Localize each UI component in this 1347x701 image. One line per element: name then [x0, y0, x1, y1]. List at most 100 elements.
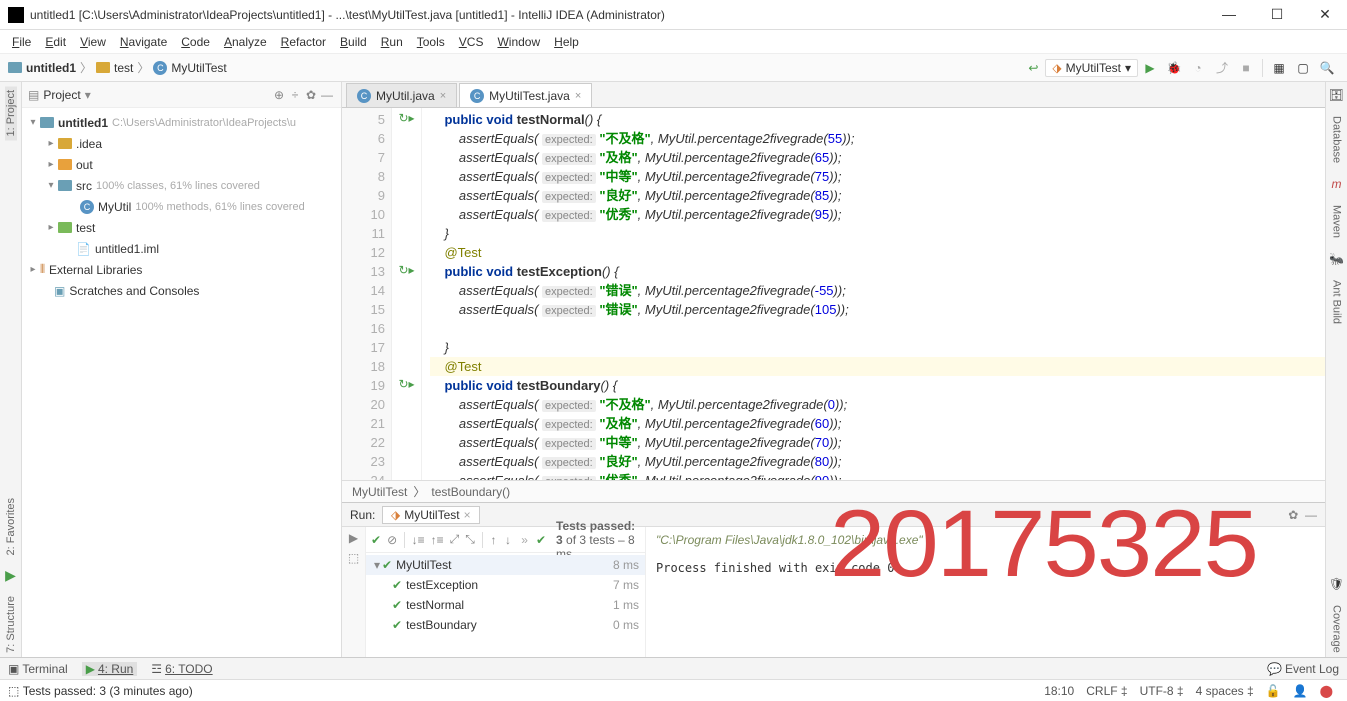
project-tool-tab[interactable]: 1: Project	[5, 86, 17, 140]
code-lines[interactable]: public void testNormal() { assertEquals(…	[422, 108, 1325, 480]
prev-icon[interactable]: ↑	[488, 530, 498, 550]
run-config-select[interactable]: ⬗ MyUtilTest ▾	[1045, 59, 1138, 77]
stop-run-icon[interactable]: ⬚	[348, 551, 359, 565]
tree-idea[interactable]: ▸.idea	[22, 133, 341, 154]
menu-edit[interactable]: Edit	[39, 33, 72, 51]
gutter-markers[interactable]: ↻▸ ↻▸ ↻▸	[392, 108, 422, 480]
status-icon[interactable]: ⬚	[8, 684, 19, 698]
coverage-tab[interactable]: Coverage	[1331, 601, 1343, 657]
crumb-project[interactable]: untitled1	[26, 61, 76, 75]
run-settings-icon[interactable]: ✿	[1288, 508, 1298, 522]
db-icon[interactable]: 🗄	[1329, 88, 1344, 102]
run-tab-bottom[interactable]: ▶ 4: Run	[82, 662, 138, 676]
debug-button[interactable]: 🐞	[1164, 58, 1184, 78]
layout-icon[interactable]: ▦	[1269, 58, 1289, 78]
path-breadcrumb[interactable]: untitled1 〉 test 〉 C MyUtilTest	[8, 59, 227, 76]
show-passed-icon[interactable]: ✔	[370, 530, 382, 550]
rerun-icon[interactable]: ▶	[349, 531, 358, 545]
structure-tool-tab[interactable]: 7: Structure	[5, 592, 17, 657]
crumb-class[interactable]: MyUtilTest	[171, 61, 226, 75]
tree-out[interactable]: ▸out	[22, 154, 341, 175]
readonly-icon[interactable]: 🔓	[1266, 684, 1281, 698]
minimize-button[interactable]: —	[1215, 6, 1243, 23]
menu-help[interactable]: Help	[548, 33, 585, 51]
next-icon[interactable]: ↓	[503, 530, 513, 550]
test-row[interactable]: ✔testException7 ms	[366, 575, 645, 595]
run-tab[interactable]: ⬗ MyUtilTest ×	[382, 506, 480, 524]
build-icon[interactable]: ↩	[1023, 58, 1043, 78]
menu-view[interactable]: View	[74, 33, 112, 51]
ant-tab[interactable]: Ant Build	[1331, 276, 1343, 328]
editor-breadcrumb[interactable]: MyUtilTest 〉 testBoundary()	[342, 480, 1325, 502]
alert-icon[interactable]: ⬤	[1320, 684, 1333, 698]
database-tab[interactable]: Database	[1331, 112, 1343, 167]
tree-project-root[interactable]: ▾ untitled1 C:\Users\Administrator\IdeaP…	[22, 112, 341, 133]
tree-external[interactable]: ▸⫴External Libraries	[22, 259, 341, 280]
menu-window[interactable]: Window	[491, 33, 546, 51]
profile-button[interactable]: ⤴	[1212, 58, 1232, 78]
test-row[interactable]: ✔testNormal1 ms	[366, 595, 645, 615]
ant-icon[interactable]: 🐜	[1329, 252, 1344, 266]
menu-tools[interactable]: Tools	[411, 33, 451, 51]
crumb-method[interactable]: testBoundary()	[431, 485, 510, 499]
show-ignored-icon[interactable]: ⊘	[386, 530, 398, 550]
menu-build[interactable]: Build	[334, 33, 373, 51]
todo-tab[interactable]: ☲ 6: TODO	[151, 662, 212, 676]
encoding[interactable]: UTF-8 ‡	[1140, 684, 1184, 698]
settings-icon[interactable]: ✿	[303, 88, 319, 102]
run-output[interactable]: "C:\Program Files\Java\jdk1.8.0_102\bin\…	[646, 527, 1325, 657]
test-results-panel: ✔ ⊘ ↓≡ ↑≡ ⤢ ⤡ ↑ ↓ » ✔ Tests passed: 3 of…	[366, 527, 646, 657]
run-hide-icon[interactable]: —	[1305, 508, 1317, 522]
menu-file[interactable]: File	[6, 33, 37, 51]
crumb-class[interactable]: MyUtilTest	[352, 485, 407, 499]
search-everywhere-icon[interactable]: 🔍	[1317, 58, 1337, 78]
menu-navigate[interactable]: Navigate	[114, 33, 173, 51]
caret-position[interactable]: 18:10	[1044, 684, 1074, 698]
window-icon[interactable]: ▢	[1293, 58, 1313, 78]
run-gutter-icon[interactable]: ↻▸	[398, 263, 414, 277]
line-sep[interactable]: CRLF ‡	[1086, 684, 1127, 698]
test-row[interactable]: ▾✔MyUtilTest8 ms	[366, 555, 645, 575]
close-button[interactable]: ✕	[1311, 6, 1339, 23]
tree-src[interactable]: ▾src 100% classes, 61% lines covered	[22, 175, 341, 196]
maximize-button[interactable]: ☐	[1263, 6, 1291, 23]
stop-button[interactable]: ■	[1236, 58, 1256, 78]
coverage-button[interactable]: ◔	[1188, 58, 1208, 78]
tree-scratch[interactable]: ▣Scratches and Consoles	[22, 280, 341, 301]
maven-tab[interactable]: Maven	[1331, 201, 1343, 242]
collapse-icon[interactable]: ⤡	[464, 530, 476, 550]
run-strip-icon[interactable]: ▶	[5, 567, 16, 584]
tree-test[interactable]: ▸test	[22, 217, 341, 238]
tree-iml[interactable]: 📄untitled1.iml	[22, 238, 341, 259]
event-log-tab[interactable]: 💬Event Log	[1267, 662, 1339, 676]
expand-icon[interactable]: ⤢	[449, 530, 461, 550]
test-row[interactable]: ✔testBoundary0 ms	[366, 615, 645, 635]
menu-vcs[interactable]: VCS	[453, 33, 490, 51]
sort2-icon[interactable]: ↑≡	[430, 530, 445, 550]
crumb-folder[interactable]: test	[114, 61, 133, 75]
test-tree[interactable]: ▾✔MyUtilTest8 ms✔testException7 ms✔testN…	[366, 553, 645, 657]
terminal-tab[interactable]: ▣Terminal	[8, 662, 68, 676]
menu-code[interactable]: Code	[175, 33, 216, 51]
editor-tab[interactable]: CMyUtilTest.java×	[459, 83, 592, 107]
run-gutter-icon[interactable]: ↻▸	[398, 377, 414, 391]
menu-refactor[interactable]: Refactor	[275, 33, 332, 51]
menu-run[interactable]: Run	[375, 33, 409, 51]
favorites-tool-tab[interactable]: 2: Favorites	[5, 494, 17, 559]
sort-icon[interactable]: ↓≡	[411, 530, 426, 550]
code-editor[interactable]: 56789101112131415161718192021222324 ↻▸↻▸…	[342, 108, 1325, 480]
hector-icon[interactable]: 👤	[1293, 684, 1308, 698]
hide-panel-icon[interactable]: —	[319, 88, 335, 102]
indent[interactable]: 4 spaces ‡	[1196, 684, 1254, 698]
run-gutter-icon[interactable]: ↻▸	[398, 111, 414, 125]
project-tree[interactable]: ▾ untitled1 C:\Users\Administrator\IdeaP…	[22, 108, 341, 657]
class-icon: C	[153, 61, 167, 75]
editor-tab[interactable]: CMyUtil.java×	[346, 83, 457, 107]
run-button[interactable]: ▶	[1140, 58, 1160, 78]
collapse-icon[interactable]: ÷	[287, 88, 303, 102]
tree-myutil[interactable]: CMyUtil 100% methods, 61% lines covered	[22, 196, 341, 217]
maven-icon[interactable]: m	[1332, 177, 1342, 191]
menu-analyze[interactable]: Analyze	[218, 33, 273, 51]
target-icon[interactable]: ⊕	[271, 88, 287, 102]
coverage-icon[interactable]: 🛡	[1329, 577, 1344, 591]
